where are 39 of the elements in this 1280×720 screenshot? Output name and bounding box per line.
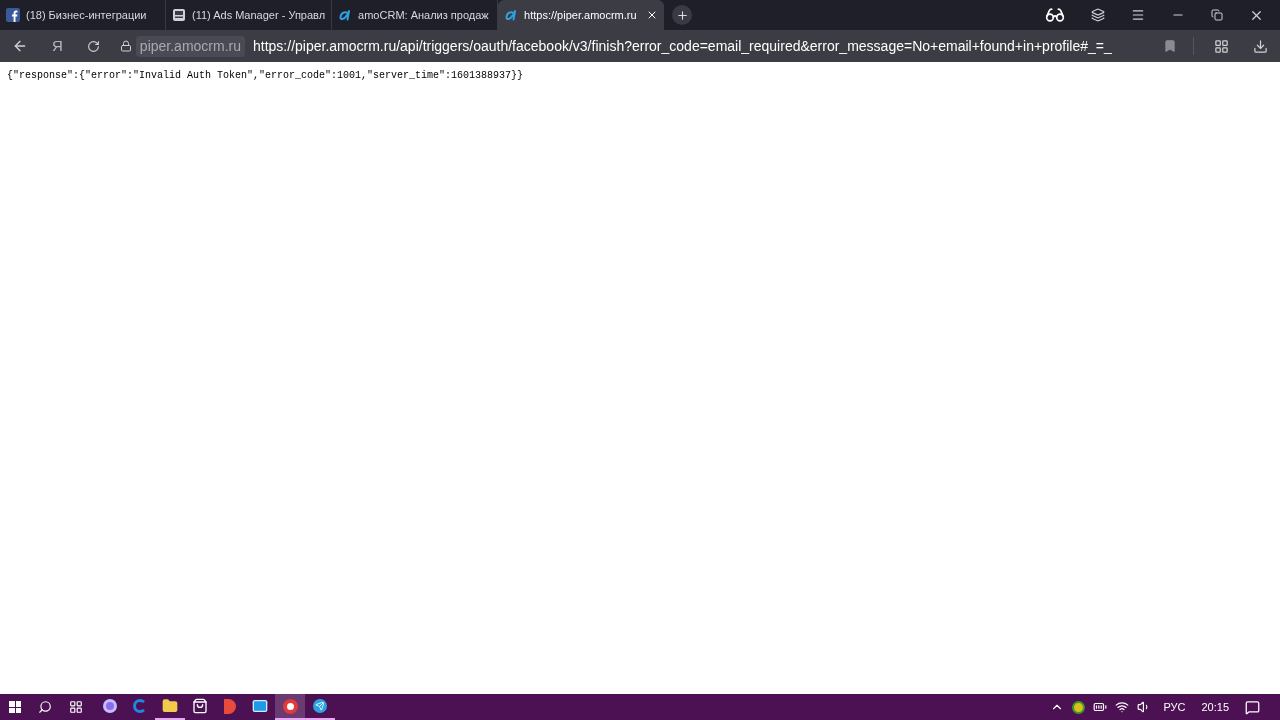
tab-title: (11) Ads Manager - Управл [192,7,326,23]
battery-icon[interactable] [1093,700,1108,714]
half-round-app-icon [224,698,236,714]
edge-e-icon [133,699,147,713]
language-indicator[interactable]: РУС [1163,698,1186,716]
url-text[interactable]: https://piper.amocrm.ru/api/triggers/oauth/facebook/v3/finish?error_code=email_required&error_message=No+email+found+in+profile#_=_ [253,35,1155,57]
search-icon[interactable] [38,700,52,714]
folder-icon [162,698,178,714]
plus-icon [675,8,689,22]
glasses-icon[interactable] [1045,5,1065,25]
clock-time[interactable]: 20:15 [1201,698,1229,716]
task-view-icon[interactable] [69,700,83,714]
lock-icon[interactable] [119,40,132,52]
new-tab-button[interactable] [672,5,693,25]
tab-title: amoCRM: Анализ продаж [358,7,490,23]
document-icon [172,8,186,22]
wifi-icon[interactable] [1115,700,1130,714]
round-tray-icon[interactable] [1072,700,1086,714]
facebook-logo-icon [6,8,20,22]
domain-chip[interactable]: piper.amocrm.ru [135,35,245,57]
json-response-text: {"response":{"error":"Invalid Auth Token","error_code":1001,"server_time":1601388937}} [7,69,525,83]
download-icon[interactable] [1253,38,1268,54]
restore-icon[interactable] [1211,9,1223,21]
script-a-logo-icon [504,8,519,22]
script-a-logo-icon [338,8,353,22]
windows-start-icon[interactable] [9,701,21,713]
tab-title: (18) Бизнес-интеграции [26,7,148,23]
reload-icon[interactable] [86,39,100,53]
collections-icon[interactable] [1091,8,1105,22]
taskbar-app-button[interactable] [275,694,305,720]
store-bag-icon [192,698,208,714]
bookmark-icon[interactable] [1163,39,1177,53]
tab-title: https://piper.amocrm.ru [524,7,638,23]
yandex-button[interactable]: Я [52,34,63,58]
browser-logo-icon [282,698,298,714]
browser-tab[interactable]: https://piper.amocrm.ru [498,0,665,30]
menu-icon[interactable] [1131,8,1145,22]
telegram-icon [313,699,327,713]
notification-icon[interactable] [1245,699,1260,715]
